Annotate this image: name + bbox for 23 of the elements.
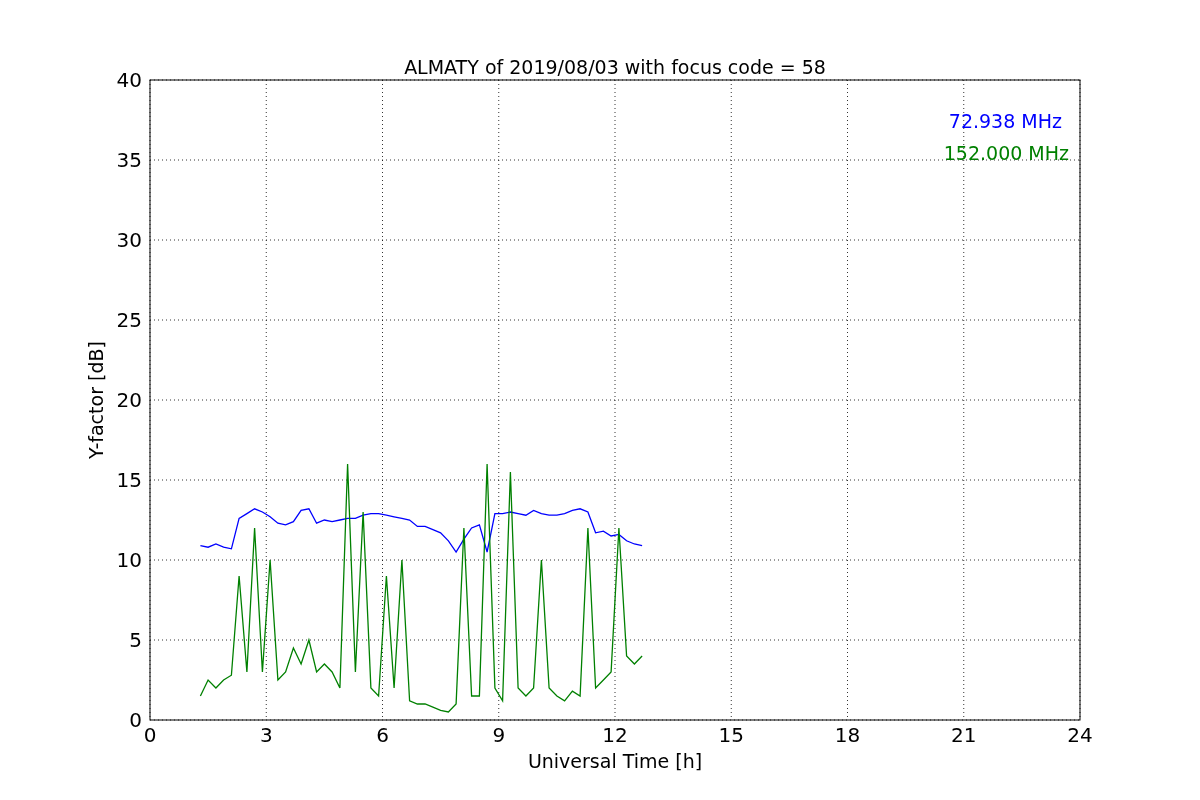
tick-label: 5 bbox=[129, 628, 142, 652]
tick-label: 10 bbox=[116, 548, 142, 572]
tick-label: 21 bbox=[951, 723, 977, 747]
axis-label: Universal Time [h] bbox=[527, 750, 703, 772]
tick-label: 0 bbox=[143, 723, 157, 747]
legend-label: 72.938 MHz bbox=[948, 110, 1062, 132]
axis-label: Y-factor [dB] bbox=[85, 341, 107, 459]
tick-label: 40 bbox=[116, 68, 142, 92]
tick-label: 25 bbox=[116, 308, 142, 332]
tick-label: 18 bbox=[834, 723, 861, 747]
tick-label: 12 bbox=[602, 723, 628, 747]
tick-label: 15 bbox=[116, 468, 142, 492]
legend-label: 152.000 MHz bbox=[943, 142, 1069, 164]
tick-label: 6 bbox=[376, 723, 389, 747]
tick-label: 35 bbox=[116, 148, 142, 172]
tick-label: 24 bbox=[1067, 723, 1093, 747]
tick-label: 3 bbox=[259, 723, 273, 747]
chart-title: ALMATY of 2019/08/03 with focus code = 58 bbox=[404, 56, 826, 78]
tick-label: 30 bbox=[116, 228, 142, 252]
tick-label: 20 bbox=[116, 388, 142, 412]
tick-label: 0 bbox=[129, 708, 142, 732]
tick-label: 9 bbox=[492, 723, 506, 747]
tick-label: 15 bbox=[718, 723, 744, 747]
